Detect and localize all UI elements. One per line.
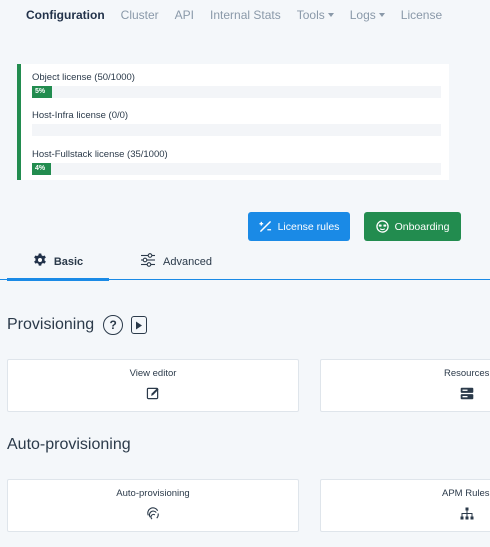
auto-provisioning-label: Auto-provisioning [116, 488, 190, 499]
nav-api[interactable]: API [175, 8, 194, 22]
object-license-label: Object license (50/1000) [32, 72, 135, 83]
tab-basic[interactable]: Basic [7, 244, 109, 279]
tab-basic-label: Basic [53, 255, 84, 268]
tab-advanced[interactable]: Advanced [130, 244, 222, 279]
license-usage-card: Object license (50/1000) 5% Host-Infra l… [17, 64, 449, 180]
host-fullstack-license-row: Host-Fullstack license (35/1000) 4% [32, 149, 442, 175]
host-infra-license-row: Host-Infra license (0/0) [32, 110, 442, 136]
auto-provisioning-heading: Auto-provisioning [7, 436, 131, 453]
object-license-row: Object license (50/1000) 5% [32, 72, 442, 98]
view-editor-label: View editor [129, 368, 177, 379]
provisioning-heading: Provisioning [7, 316, 95, 333]
settings-tabs: Basic Advanced [0, 244, 490, 281]
license-rules-button[interactable]: License rules [248, 212, 350, 241]
caret-down-icon [378, 13, 385, 17]
apm-rules-tile[interactable]: APM Rules [320, 479, 490, 532]
nav-configuration[interactable]: Configuration [26, 8, 105, 22]
onboarding-button[interactable]: Onboarding [364, 212, 461, 241]
auto-provisioning-section-title: Auto-provisioning [7, 436, 131, 454]
sliders-icon [140, 253, 156, 270]
nav-label: Logs [349, 8, 376, 22]
nav-label: License [400, 8, 443, 22]
fingerprint-icon [147, 507, 160, 525]
resources-label: Resources [444, 368, 490, 379]
object-license-progress: 5% [32, 86, 441, 98]
nav-license[interactable]: License [401, 8, 442, 22]
resources-tile[interactable]: Resources [320, 359, 490, 412]
host-fullstack-license-progress-fill: 4% [32, 163, 51, 175]
onboarding-label: Onboarding [394, 220, 450, 233]
hierarchy-icon [460, 507, 474, 525]
nav-internal-stats[interactable]: Internal Stats [210, 8, 281, 22]
object-license-progress-fill: 5% [32, 86, 53, 98]
nav-cluster[interactable]: Cluster [121, 8, 159, 22]
license-rules-label: License rules [277, 220, 340, 233]
play-video-icon[interactable] [131, 316, 148, 334]
tab-advanced-label: Advanced [163, 255, 212, 268]
host-infra-license-label: Host-Infra license (0/0) [32, 110, 129, 121]
apm-rules-label: APM Rules [442, 488, 490, 499]
view-editor-tile[interactable]: View editor [7, 359, 299, 412]
nav-label: Configuration [26, 8, 105, 22]
caret-down-icon [327, 13, 334, 17]
host-fullstack-license-progress: 4% [32, 163, 441, 175]
help-icon[interactable]: ? [103, 315, 124, 335]
nav-tools-dropdown[interactable]: Tools [297, 8, 334, 22]
edit-icon [146, 387, 160, 405]
gear-icon [33, 253, 47, 270]
nav-label: Tools [296, 8, 325, 22]
nav-label: Cluster [120, 8, 159, 22]
host-infra-license-progress [32, 124, 441, 136]
license-rules-icon [259, 220, 272, 233]
nav-label: Internal Stats [210, 8, 281, 22]
smiley-glasses-icon [375, 220, 389, 233]
tabs-divider [0, 279, 490, 280]
top-nav: Configuration Cluster API Internal Stats… [0, 0, 490, 30]
nav-logs-dropdown[interactable]: Logs [350, 8, 385, 22]
host-fullstack-license-label: Host-Fullstack license (35/1000) [32, 149, 168, 160]
provisioning-section-title: Provisioning ? [7, 315, 148, 335]
nav-label: API [174, 8, 195, 22]
auto-provisioning-tile[interactable]: Auto-provisioning [7, 479, 299, 532]
server-icon [460, 387, 474, 405]
